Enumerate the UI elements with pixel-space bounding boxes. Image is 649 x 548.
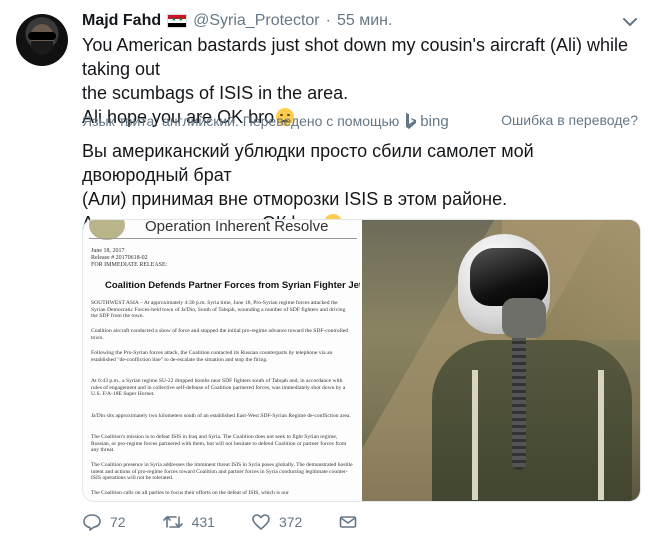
oxygen-hose: [512, 330, 526, 470]
translated-line-2: (Али) принимая вне отморозки ISIS в этом…: [82, 189, 508, 209]
direct-message-button[interactable]: [338, 512, 366, 532]
tweet-actions: 72 431 372: [82, 512, 402, 532]
press-release-paragraph: Ja'Din sits approximately two kilometers…: [91, 413, 351, 419]
heart-icon: [252, 514, 270, 530]
wrong-translation-link[interactable]: Ошибка в переводе?: [501, 112, 638, 128]
press-release-paragraph: The Coalition's mission is to defeat ISI…: [91, 434, 347, 454]
press-release-date: June 18, 2017: [91, 248, 125, 254]
translation-info: Язык твита: английский. Переведено с пом…: [82, 113, 400, 129]
press-release-paragraph: Coalition aircraft conducted a show of f…: [91, 328, 349, 341]
bing-icon: [406, 113, 417, 129]
press-release-paragraph: Following the Pro-Syrian forces attack, …: [91, 350, 333, 363]
envelope-icon: [339, 516, 357, 528]
tweet-header: Majd Fahd ★ ★ @Syria_Protector · 55 мин.: [82, 10, 392, 32]
oxygen-mask: [502, 298, 546, 338]
separator-dot: ·: [325, 12, 331, 29]
like-count: 372: [278, 514, 303, 530]
press-release-number: Release # 20170618-02: [91, 255, 148, 261]
oir-logo: [89, 220, 125, 240]
retweet-button[interactable]: 431: [162, 512, 215, 532]
media-container: Operation Inherent Resolve June 18, 2017…: [82, 219, 641, 502]
author-name[interactable]: Majd Fahd: [82, 12, 161, 30]
like-button[interactable]: 372: [251, 512, 302, 532]
press-release-immediate: FOR IMMEDIATE RELEASE:: [91, 262, 168, 268]
bing-logo[interactable]: bing: [405, 112, 449, 130]
press-release-paragraph: The Coalition calls on all parties to fo…: [91, 490, 289, 496]
translation-bar: Язык твита: английский. Переведено с пом…: [82, 111, 642, 131]
retweet-icon: [162, 516, 183, 528]
press-release-paragraph: The Coalition presence in Syria addresse…: [91, 462, 353, 482]
reply-icon: [83, 514, 101, 531]
press-release-headline: Coalition Defends Partner Forces from Sy…: [105, 280, 360, 291]
press-release-paragraph: SOUTHWEST ASIA – At approximately 4:30 p…: [91, 300, 346, 320]
divider: [89, 238, 357, 239]
press-release-image[interactable]: Operation Inherent Resolve June 18, 2017…: [83, 220, 360, 501]
tweet-line-1: You American bastards just shot down my …: [82, 35, 629, 79]
reply-count: 72: [110, 514, 126, 530]
translated-line-1: Вы американский ублюдки просто сбили сам…: [82, 141, 534, 185]
retweet-count: 431: [191, 514, 215, 530]
bing-label: bing: [420, 112, 449, 130]
press-release-org: Operation Inherent Resolve: [145, 220, 329, 235]
pilot-photo[interactable]: [362, 220, 640, 501]
author-handle[interactable]: @Syria_Protector: [193, 12, 320, 30]
tweet-line-2: the scumbags of ISIS in the area.: [82, 83, 349, 103]
press-release-meta: June 18, 2017 Release # 20170618-02 FOR …: [91, 248, 167, 269]
timestamp[interactable]: 55 мин.: [337, 12, 392, 30]
press-release-paragraph: At 6:43 p.m., a Syrian regime SU-22 drop…: [91, 378, 346, 398]
pilot-harness: [472, 370, 604, 500]
avatar[interactable]: [16, 14, 68, 66]
syria-flag-icon: ★ ★: [167, 14, 188, 28]
chevron-down-icon[interactable]: [620, 12, 640, 32]
tweet: Majd Fahd ★ ★ @Syria_Protector · 55 мин. …: [0, 0, 649, 548]
reply-button[interactable]: 72: [82, 512, 126, 532]
